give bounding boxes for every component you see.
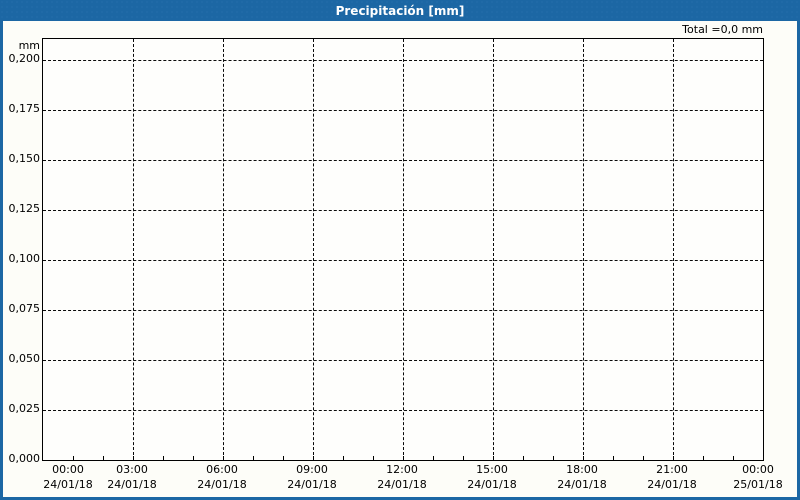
x-axis-tick-label: 06:00 24/01/18 [190,462,254,492]
x-axis-minor-tick [253,456,254,460]
x-tick-date: 24/01/18 [377,478,427,491]
x-axis-minor-tick [433,456,434,460]
x-gridline [403,39,404,460]
y-axis-tick-label: 0,200 [8,52,41,65]
x-tick-time: 15:00 [476,463,508,476]
x-axis-minor-tick [313,456,314,460]
x-axis-minor-tick [73,456,74,460]
x-tick-time: 00:00 [742,463,774,476]
x-tick-time: 00:00 [52,463,84,476]
x-tick-date: 24/01/18 [43,478,93,491]
x-axis-minor-tick [733,456,734,460]
x-tick-date: 24/01/18 [557,478,607,491]
x-gridline [673,39,674,460]
x-tick-time: 21:00 [656,463,688,476]
x-axis-tick-label: 12:00 24/01/18 [370,462,434,492]
x-axis-minor-tick [493,456,494,460]
x-gridline [133,39,134,460]
x-axis-minor-tick [403,456,404,460]
x-tick-time: 09:00 [296,463,328,476]
y-axis-tick-label: 0,075 [8,302,41,315]
x-tick-date: 24/01/18 [107,478,157,491]
x-gridline [493,39,494,460]
x-axis-minor-tick [223,456,224,460]
x-axis-minor-tick [613,456,614,460]
x-tick-time: 06:00 [206,463,238,476]
x-gridline [223,39,224,460]
x-gridline [583,39,584,460]
x-tick-date: 24/01/18 [287,478,337,491]
y-axis-tick-label: 0,000 [8,452,41,465]
x-axis-minor-tick [283,456,284,460]
x-axis-minor-tick [643,456,644,460]
y-axis-tick-label: 0,175 [8,102,41,115]
x-axis-tick-label: 18:00 24/01/18 [550,462,614,492]
y-axis-tick-label: 0,100 [8,252,41,265]
x-axis-minor-tick [523,456,524,460]
y-axis-tick-label: 0,150 [8,152,41,165]
total-label: Total =0,0 mm [682,23,763,36]
x-tick-time: 03:00 [116,463,148,476]
x-axis-minor-tick [103,456,104,460]
x-tick-time: 18:00 [566,463,598,476]
x-axis-tick-label: 00:00 25/01/18 [726,462,790,492]
window-title: Precipitación [mm] [335,3,465,18]
x-axis-minor-tick [163,456,164,460]
x-axis-tick-label: 21:00 24/01/18 [640,462,704,492]
chart-window: Precipitación [mm] Total =0,0 mm mm 0,20… [0,0,800,500]
x-gridline [313,39,314,460]
x-axis-minor-tick [373,456,374,460]
y-axis-unit-label: mm [18,39,40,52]
x-axis-tick-label: 15:00 24/01/18 [460,462,524,492]
y-axis-tick-label: 0,025 [8,402,41,415]
x-axis-minor-tick [673,456,674,460]
x-axis-minor-tick [703,456,704,460]
x-axis-minor-tick [133,456,134,460]
x-tick-date: 24/01/18 [647,478,697,491]
x-axis-tick-label: 03:00 24/01/18 [100,462,164,492]
plot-area [42,38,764,461]
x-axis-minor-tick [583,456,584,460]
window-titlebar: Precipitación [mm] [0,0,800,21]
x-tick-date: 24/01/18 [467,478,517,491]
y-axis-tick-label: 0,050 [8,352,41,365]
x-tick-time: 12:00 [386,463,418,476]
x-axis-minor-tick [193,456,194,460]
x-axis-minor-tick [553,456,554,460]
x-axis-tick-label: 09:00 24/01/18 [280,462,344,492]
x-tick-date: 24/01/18 [197,478,247,491]
x-axis-minor-tick [463,456,464,460]
y-axis-tick-label: 0,125 [8,202,41,215]
x-axis-tick-label: 00:00 24/01/18 [36,462,100,492]
x-tick-date: 25/01/18 [733,478,783,491]
x-axis-minor-tick [343,456,344,460]
